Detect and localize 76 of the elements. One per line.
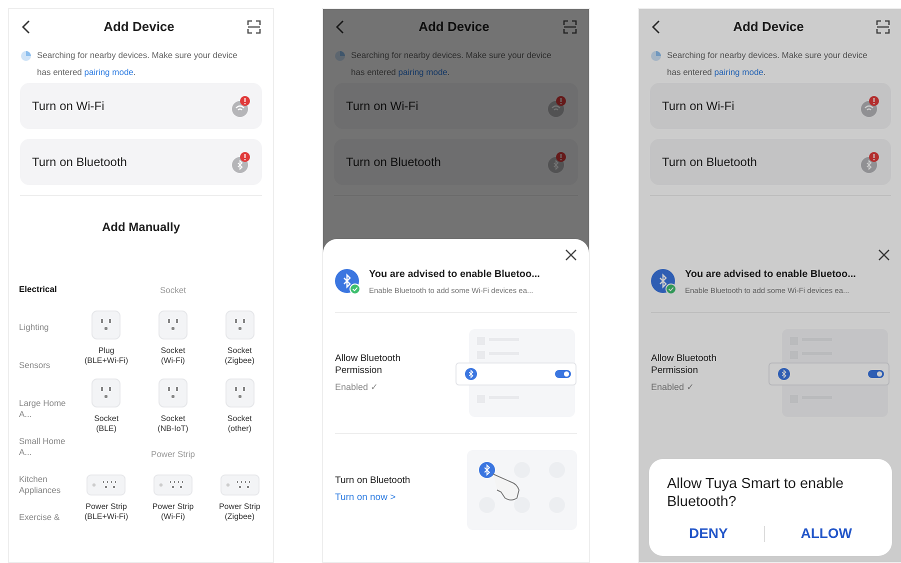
wifi-warning-icon bbox=[859, 95, 879, 117]
toggle-label: Turn on Bluetooth bbox=[346, 154, 441, 171]
outlet-icon[interactable] bbox=[224, 310, 255, 340]
step-status: Enabled ✓ bbox=[651, 380, 696, 394]
toggle-card[interactable]: Turn on Bluetooth bbox=[20, 139, 262, 185]
step-title: Allow Bluetooth Permission bbox=[651, 352, 718, 376]
group-title: Socket bbox=[159, 284, 187, 297]
device-label: Socket (BLE) bbox=[94, 414, 119, 434]
loading-icon bbox=[335, 51, 345, 61]
wifi-warning-icon bbox=[546, 95, 566, 117]
toggle-card[interactable]: Turn on Wi-Fi bbox=[650, 83, 891, 129]
back-icon[interactable] bbox=[651, 20, 661, 34]
scan-icon[interactable] bbox=[247, 20, 261, 34]
step-title: Allow Bluetooth Permission bbox=[335, 352, 402, 376]
dialog-button[interactable]: DENY bbox=[680, 521, 736, 546]
loading-icon bbox=[21, 51, 31, 61]
device-label: Socket (Wi-Fi) bbox=[160, 346, 186, 366]
category-item[interactable]: Kitchen Appliances bbox=[19, 474, 73, 512]
outlet-icon[interactable] bbox=[224, 378, 255, 408]
search-notice: Searching for nearby devices. Make sure your device has entered pairing mode. bbox=[37, 49, 238, 79]
toggle-card[interactable]: Turn on Bluetooth bbox=[650, 139, 891, 185]
outlet-icon[interactable] bbox=[158, 310, 188, 340]
bluetooth-icon bbox=[335, 268, 361, 295]
category-item[interactable]: Large Home A... bbox=[19, 398, 73, 436]
page-title: Add Device bbox=[733, 18, 804, 36]
category-item[interactable]: Exercise & bbox=[19, 512, 73, 550]
back-icon[interactable] bbox=[21, 20, 31, 34]
close-button[interactable] bbox=[878, 249, 890, 261]
scan-icon[interactable] bbox=[876, 20, 890, 34]
step-status: Enabled ✓ bbox=[335, 380, 380, 394]
step-title: Turn on Bluetooth bbox=[335, 475, 412, 488]
category-item[interactable]: Lighting bbox=[19, 322, 73, 360]
toggle-card[interactable]: Turn on Bluetooth bbox=[334, 139, 578, 185]
outlet-icon[interactable] bbox=[91, 310, 122, 340]
toggle-label: Turn on Bluetooth bbox=[662, 154, 757, 171]
page-title: Add Device bbox=[104, 18, 174, 36]
sheet-title: You are advised to enable Bluetoo... bbox=[369, 268, 540, 282]
turn-on-link[interactable]: Turn on now > bbox=[335, 491, 425, 506]
device-label: Power Strip (Zigbee) bbox=[218, 502, 260, 522]
section-title: Add Manually bbox=[100, 219, 181, 236]
close-button[interactable] bbox=[565, 249, 577, 261]
search-notice: Searching for nearby devices. Make sure your device has entered pairing mode. bbox=[351, 49, 552, 79]
category-item[interactable]: Sensors bbox=[19, 360, 73, 398]
bluetooth-warning-icon bbox=[230, 151, 250, 173]
bluetooth-warning-icon bbox=[546, 151, 566, 173]
outlet-icon[interactable] bbox=[158, 378, 188, 408]
pairing-mode-link[interactable]: pairing mode bbox=[714, 67, 764, 77]
outlet-icon[interactable] bbox=[91, 378, 122, 408]
toggle-label: Turn on Wi-Fi bbox=[346, 98, 418, 115]
category-item[interactable]: Small Home A... bbox=[19, 436, 73, 474]
sheet-title: You are advised to enable Bluetoo... bbox=[685, 268, 856, 282]
bluetooth-warning-icon bbox=[859, 151, 879, 173]
toggle-label: Turn on Wi-Fi bbox=[662, 98, 734, 115]
dialog-message: Allow Tuya Smart to enable Bluetooth? bbox=[667, 475, 845, 511]
pairing-mode-link[interactable]: pairing mode bbox=[84, 67, 134, 77]
device-label: Power Strip (BLE+Wi-Fi) bbox=[84, 502, 128, 522]
page-title: Add Device bbox=[418, 18, 490, 36]
close-icon bbox=[878, 249, 890, 261]
toggle-label: Turn on Wi-Fi bbox=[32, 98, 104, 115]
device-label: Socket (Zigbee) bbox=[224, 346, 255, 366]
toggle-label: Turn on Bluetooth bbox=[32, 154, 127, 171]
close-icon bbox=[565, 249, 577, 261]
toggle-card[interactable]: Turn on Wi-Fi bbox=[20, 83, 262, 129]
search-notice: Searching for nearby devices. Make sure your device has entered pairing mode. bbox=[667, 49, 868, 79]
dialog-button[interactable]: ALLOW bbox=[792, 521, 860, 546]
device-label: Plug (BLE+Wi-Fi) bbox=[84, 346, 128, 366]
device-label: Power Strip (Wi-Fi) bbox=[152, 502, 194, 522]
pairing-mode-link[interactable]: pairing mode bbox=[398, 67, 448, 77]
device-label: Socket (other) bbox=[227, 414, 252, 434]
loading-icon bbox=[651, 51, 661, 61]
wifi-warning-icon bbox=[230, 95, 250, 117]
bluetooth-icon bbox=[651, 268, 677, 295]
group-title: Power Strip bbox=[150, 448, 196, 461]
category-item[interactable]: Electrical bbox=[19, 284, 73, 322]
toggle-card[interactable]: Turn on Wi-Fi bbox=[334, 83, 578, 129]
device-label: Socket (NB-IoT) bbox=[158, 414, 188, 434]
